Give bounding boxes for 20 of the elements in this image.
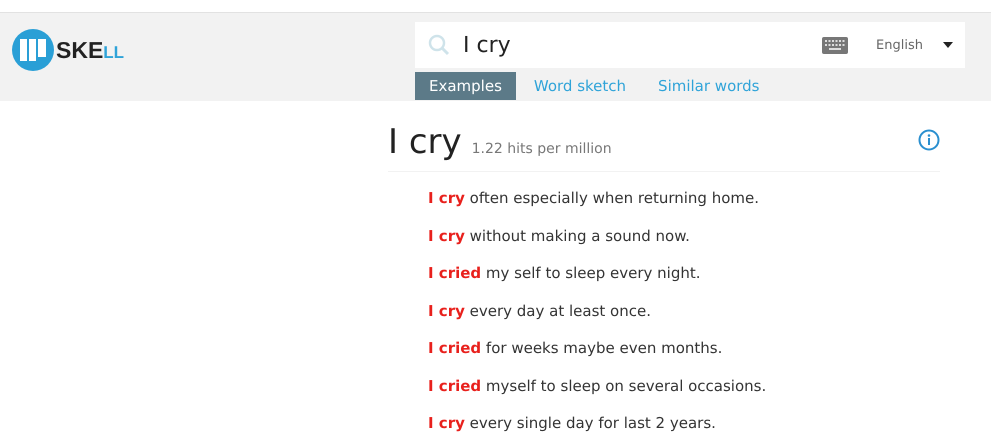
example-sentence: I cried my self to sleep every night. xyxy=(428,263,702,284)
example-sentence: I cry without making a sound now. xyxy=(428,226,691,246)
caret-icon xyxy=(943,42,953,48)
info-icon[interactable] xyxy=(918,129,940,151)
language-dropdown[interactable]: English xyxy=(876,38,953,52)
tab[interactable]: Similar words xyxy=(644,72,774,100)
keyboard-icon[interactable] xyxy=(822,36,848,54)
search-field[interactable]: I cry English xyxy=(415,22,965,68)
example-sentence: I cry often especially when returning home. xyxy=(428,188,760,209)
result-title: I cry xyxy=(388,123,462,161)
example-sentence: I cried for weeks maybe even months. xyxy=(428,338,724,359)
example-sentence: I cry every day at least once. xyxy=(428,300,652,322)
example-sentence: I cry every single day for last 2 years. xyxy=(428,413,717,434)
tab[interactable]: Examples xyxy=(415,72,516,100)
example-sentence: I cried myself to sleep on several occasions. xyxy=(428,376,768,396)
frequency-text: 1.22 hits per million xyxy=(472,141,613,157)
tab[interactable]: Word sketch xyxy=(520,72,640,100)
logo-icon xyxy=(12,29,54,71)
search-icon xyxy=(427,33,451,57)
logo-text: SKELL xyxy=(56,36,124,64)
